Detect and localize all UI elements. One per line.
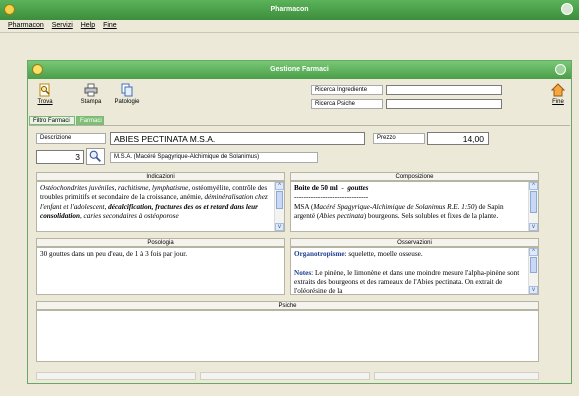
composizione-body: MSA (Macéré Spagyrique-Alchimique de Sol… <box>294 202 504 220</box>
scroll-up-icon[interactable]: ^ <box>529 248 538 256</box>
organotropisme-label: Organotropisme <box>294 250 345 258</box>
scroll-thumb[interactable] <box>530 191 537 213</box>
close-icon[interactable] <box>561 3 573 15</box>
scroll-up-icon[interactable]: ^ <box>529 182 538 190</box>
psiche-header: Psiche <box>36 301 539 310</box>
window-close-icon[interactable] <box>555 64 566 75</box>
notes-label: Notes <box>294 268 312 277</box>
prezzo-input[interactable]: 14,00 <box>427 132 489 145</box>
composizione-separator: ------------------------------- <box>294 193 369 202</box>
indicazioni-text: Ostéochondrites juvéniles, rachitisme, l… <box>40 184 268 220</box>
organotropisme-text: : squelette, moelle osseuse. <box>344 250 423 258</box>
ricerca-ingrediente-label: Ricerca Ingrediente <box>311 85 383 95</box>
osservazioni-header: Osservazioni <box>290 238 539 247</box>
psiche-panel[interactable] <box>36 310 539 362</box>
patologie-button[interactable]: Patologie <box>111 83 143 105</box>
composizione-line1b: gouttes <box>347 184 369 192</box>
stampa-button[interactable]: Stampa <box>78 83 104 105</box>
composizione-line1: Boite de 50 ml <box>294 184 338 192</box>
indicazioni-panel[interactable]: Ostéochondrites juvéniles, rachitisme, l… <box>36 181 285 232</box>
composizione-panel[interactable]: Boite de 50 ml - gouttes ---------------… <box>290 181 539 232</box>
bottom-scrollbar-right[interactable] <box>374 372 539 380</box>
trova-button[interactable]: Trova <box>34 83 56 105</box>
stampa-label: Stampa <box>80 99 102 105</box>
bottom-scrollbar-middle[interactable] <box>200 372 370 380</box>
search-doc-icon <box>39 83 50 97</box>
indicazioni-header: Indicazioni <box>36 172 285 181</box>
record-counter: 3 <box>75 152 80 162</box>
menu-bar: Pharmacon Servizi Help Fine <box>0 20 579 33</box>
ricerca-psiche-label: Ricerca Psiche <box>311 99 383 109</box>
fine-button[interactable]: Fine <box>549 83 567 105</box>
tab-farmaci[interactable]: Farmaci <box>76 116 104 125</box>
bottom-scrollbar-left[interactable] <box>36 372 196 380</box>
posologia-panel[interactable]: 30 gouttes dans un peu d'eau, de 1 à 3 f… <box>36 247 285 295</box>
scroll-down-icon[interactable]: v <box>529 286 538 294</box>
indicazioni-text-1: Ostéochondrites juvéniles, rachitisme, l… <box>40 184 191 192</box>
prezzo-label: Prezzo <box>373 133 425 144</box>
osservazioni-scrollbar[interactable]: ^ v <box>528 248 538 294</box>
ricerca-psiche-input[interactable] <box>386 99 502 109</box>
fine-label: Fine <box>552 99 564 105</box>
scroll-down-icon[interactable]: v <box>275 223 284 231</box>
ricerca-ingrediente-input[interactable] <box>386 85 502 95</box>
lookup-button[interactable] <box>86 148 105 165</box>
record-counter-input[interactable]: 3 <box>36 150 84 164</box>
composizione-header: Composizione <box>290 172 539 181</box>
app-title: Pharmacon <box>270 6 309 13</box>
scroll-thumb[interactable] <box>530 257 537 273</box>
menu-help[interactable]: Help <box>81 22 95 29</box>
composizione-text: Boite de 50 ml - gouttes ---------------… <box>294 184 504 220</box>
window-title: Gestione Farmaci <box>270 66 329 73</box>
descrizione-value: ABIES PECTINATA M.S.A. <box>114 134 216 144</box>
descrizione-label: Descrizione <box>36 133 106 144</box>
home-icon <box>551 83 565 97</box>
notes-text: : Le pinène, le limonène et dans une moi… <box>294 268 520 296</box>
osservazioni-panel[interactable]: Organotropisme: squelette, moelle osseus… <box>290 247 539 295</box>
menu-pharmacon[interactable]: Pharmacon <box>8 22 44 29</box>
descrizione-input[interactable]: ABIES PECTINATA M.S.A. <box>110 132 365 145</box>
magnifier-icon <box>89 150 101 162</box>
indicazioni-scrollbar[interactable]: ^ v <box>274 182 284 231</box>
posologia-header: Posologia <box>36 238 285 247</box>
app-titlebar: Pharmacon <box>0 0 579 20</box>
menu-servizi[interactable]: Servizi <box>52 22 73 29</box>
composizione-scrollbar[interactable]: ^ v <box>528 182 538 231</box>
printer-icon <box>84 83 98 97</box>
psiche-text <box>37 311 538 315</box>
window-titlebar: Gestione Farmaci <box>28 61 571 79</box>
osservazioni-text: Organotropisme: squelette, moelle osseus… <box>291 248 528 296</box>
scroll-up-icon[interactable]: ^ <box>275 182 284 190</box>
documents-icon <box>121 83 133 97</box>
menu-fine[interactable]: Fine <box>103 22 117 29</box>
scroll-down-icon[interactable]: v <box>529 223 538 231</box>
gestione-farmaci-window: Gestione Farmaci Trova Stampa Patologie … <box>27 60 572 384</box>
trova-label: Trova <box>37 99 53 105</box>
scroll-thumb[interactable] <box>276 191 283 209</box>
patologie-label: Patologie <box>114 99 140 105</box>
posologia-text: 30 gouttes dans un peu d'eau, de 1 à 3 f… <box>40 250 188 258</box>
prezzo-value: 14,00 <box>462 134 484 144</box>
tab-filtro-farmaci[interactable]: Filtro Farmaci <box>29 116 75 125</box>
subtitle-field: M.S.A. (Macéré Spagyrique-Alchimique de … <box>110 152 318 163</box>
